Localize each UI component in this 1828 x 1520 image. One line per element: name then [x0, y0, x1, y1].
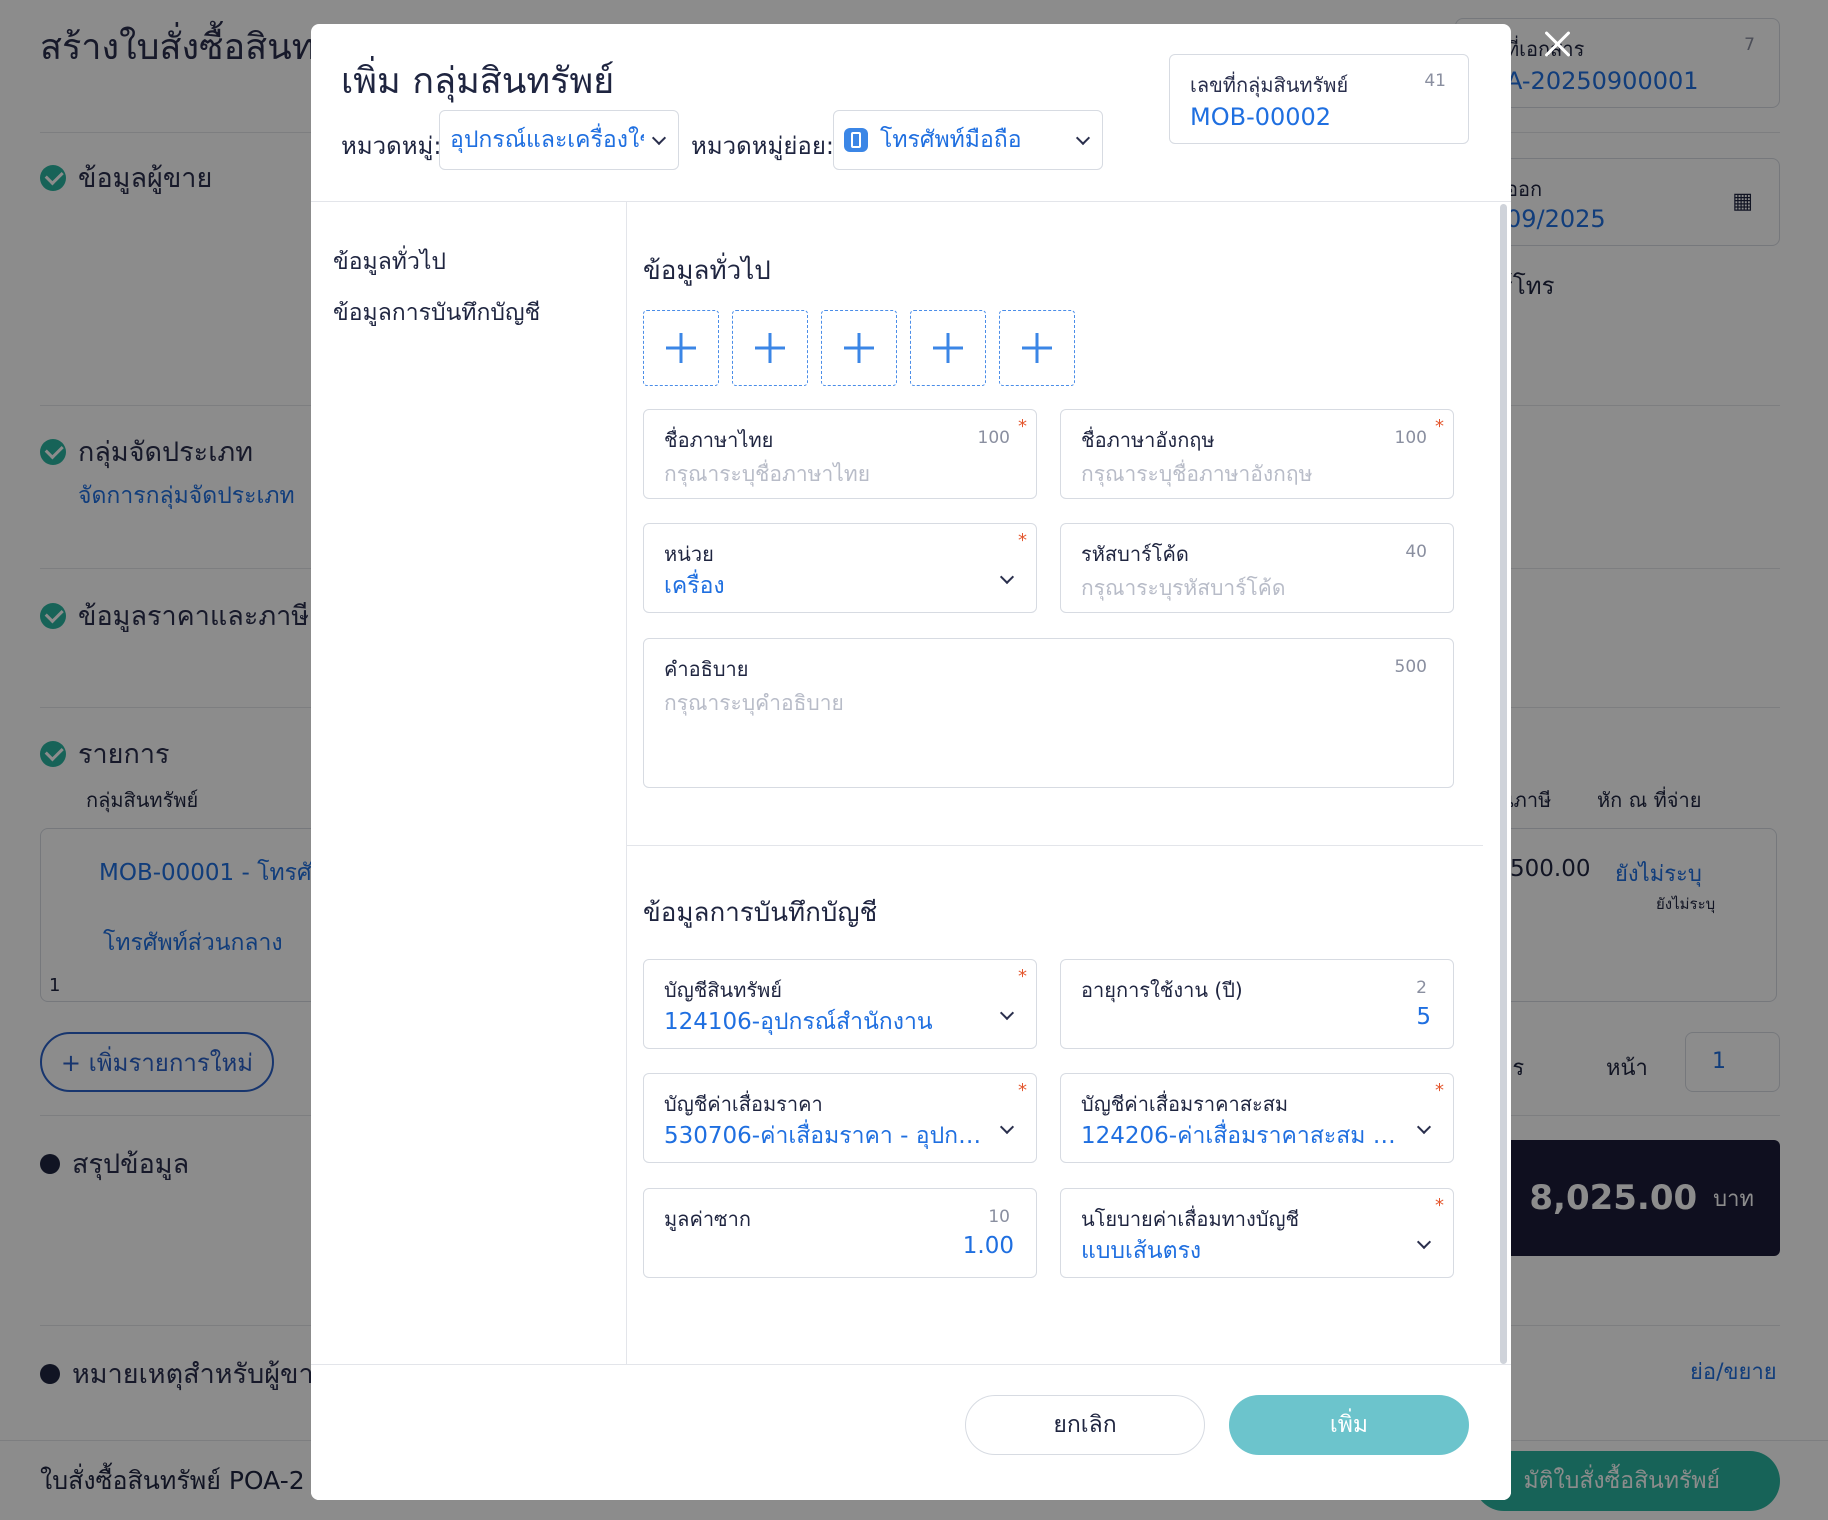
useful-life-label: อายุการใช้งาน (ปี): [1081, 978, 1243, 1002]
english-name-label: ชื่อภาษาอังกฤษ: [1081, 428, 1215, 452]
chevron-down-icon: [999, 1005, 1015, 1021]
add-image-button[interactable]: [643, 310, 719, 386]
general-section-title: ข้อมูลทั่วไป: [643, 256, 771, 286]
depreciation-policy-select[interactable]: นโยบายค่าเสื่อมทางบัญชี * แบบเส้นตรง: [1060, 1188, 1454, 1278]
close-icon[interactable]: [1537, 24, 1577, 64]
modal-side-nav: ข้อมูลทั่วไป ข้อมูลการบันทึกบัญชี: [311, 202, 627, 1364]
barcode-count: 40: [1405, 542, 1427, 562]
add-image-button[interactable]: [999, 310, 1075, 386]
subcategory-label: หมวดหมู่ย่อย:: [691, 132, 834, 160]
chevron-down-icon: [651, 130, 667, 146]
required-marker: *: [1018, 416, 1027, 437]
description-field[interactable]: คำอธิบาย 500 กรุณาระบุคำอธิบาย: [643, 638, 1454, 788]
description-placeholder: กรุณาระบุคำอธิบาย: [664, 691, 844, 715]
modal-footer: ยกเลิก เพิ่ม: [311, 1364, 1511, 1500]
chevron-down-icon: [1416, 1234, 1432, 1250]
add-asset-group-modal: เพิ่ม กลุ่มสินทรัพย์ หมวดหมู่: อุปกรณ์แล…: [311, 24, 1511, 1500]
accumulated-depreciation-label: บัญชีค่าเสื่อมราคาสะสม: [1081, 1092, 1289, 1116]
add-image-button[interactable]: [732, 310, 808, 386]
description-label: คำอธิบาย: [664, 657, 749, 681]
useful-life-value: 5: [1416, 1004, 1431, 1030]
add-image-button[interactable]: [821, 310, 897, 386]
category-select-value: อุปกรณ์และเครื่องใช้: [450, 127, 644, 153]
useful-life-field[interactable]: อายุการใช้งาน (ปี) 2 5: [1060, 959, 1454, 1049]
cancel-button[interactable]: ยกเลิก: [965, 1395, 1205, 1455]
asset-account-label: บัญชีสินทรัพย์: [664, 978, 783, 1002]
barcode-field[interactable]: รหัสบาร์โค้ด 40 กรุณาระบุรหัสบาร์โค้ด: [1060, 523, 1454, 613]
english-name-field[interactable]: ชื่อภาษาอังกฤษ 100 * กรุณาระบุชื่อภาษาอั…: [1060, 409, 1454, 499]
salvage-value-value: 1.00: [962, 1233, 1014, 1259]
add-button[interactable]: เพิ่ม: [1229, 1395, 1469, 1455]
salvage-value-field[interactable]: มูลค่าซาก 10 1.00: [643, 1188, 1037, 1278]
subcategory-select[interactable]: โทรศัพท์มือถือ: [833, 110, 1103, 170]
asset-group-number-label: เลขที่กลุ่มสินทรัพย์: [1190, 73, 1349, 97]
modal-title: เพิ่ม กลุ่มสินทรัพย์: [341, 61, 615, 102]
unit-select[interactable]: หน่วย * เครื่อง: [643, 523, 1037, 613]
required-marker: *: [1435, 416, 1444, 437]
accounting-section-title: ข้อมูลการบันทึกบัญชี: [643, 898, 878, 928]
thai-name-count: 100: [977, 428, 1010, 448]
depreciation-account-label: บัญชีค่าเสื่อมราคา: [664, 1092, 823, 1116]
useful-life-count: 2: [1416, 978, 1427, 998]
category-select[interactable]: อุปกรณ์และเครื่องใช้: [439, 110, 679, 170]
modal-scrollbar[interactable]: [1500, 204, 1507, 1364]
unit-label: หน่วย: [664, 542, 714, 566]
depreciation-account-value: 530706-ค่าเสื่อมราคา - อุปกรณ์สำนักงาน: [664, 1123, 982, 1149]
subcategory-select-value: โทรศัพท์มือถือ: [880, 127, 1022, 153]
barcode-label: รหัสบาร์โค้ด: [1081, 542, 1189, 566]
modal-header: เพิ่ม กลุ่มสินทรัพย์ หมวดหมู่: อุปกรณ์แล…: [311, 24, 1511, 202]
barcode-placeholder: กรุณาระบุรหัสบาร์โค้ด: [1081, 576, 1286, 600]
required-marker: *: [1435, 1195, 1444, 1216]
thai-name-field[interactable]: ชื่อภาษาไทย 100 * กรุณาระบุชื่อภาษาไทย: [643, 409, 1037, 499]
english-name-count: 100: [1394, 428, 1427, 448]
accumulated-depreciation-select[interactable]: บัญชีค่าเสื่อมราคาสะสม * 124206-ค่าเสื่อ…: [1060, 1073, 1454, 1163]
salvage-value-label: มูลค่าซาก: [664, 1207, 751, 1231]
thai-name-label: ชื่อภาษาไทย: [664, 428, 774, 452]
accumulated-depreciation-value: 124206-ค่าเสื่อมราคาสะสม - อุปกรณ์สำนักง…: [1081, 1123, 1399, 1149]
chevron-down-icon: [999, 569, 1015, 585]
required-marker: *: [1018, 1080, 1027, 1101]
unit-value: เครื่อง: [664, 573, 725, 599]
description-count: 500: [1394, 657, 1427, 677]
asset-group-number-count: 41: [1424, 71, 1446, 91]
category-label: หมวดหมู่:: [341, 132, 442, 160]
asset-group-number-field[interactable]: เลขที่กลุ่มสินทรัพย์ 41 MOB-00002: [1169, 54, 1469, 144]
add-image-button[interactable]: [910, 310, 986, 386]
required-marker: *: [1018, 966, 1027, 987]
mobile-phone-icon: [844, 128, 868, 152]
asset-account-value: 124106-อุปกรณ์สำนักงาน: [664, 1009, 933, 1035]
thai-name-placeholder: กรุณาระบุชื่อภาษาไทย: [664, 462, 871, 486]
required-marker: *: [1435, 1080, 1444, 1101]
asset-group-number-value: MOB-00002: [1190, 103, 1332, 131]
modal-content: ข้อมูลทั่วไป ชื่อภาษาไทย 100 * กรุณาระบุ…: [627, 202, 1511, 1364]
depreciation-account-select[interactable]: บัญชีค่าเสื่อมราคา * 530706-ค่าเสื่อมราค…: [643, 1073, 1037, 1163]
section-divider: [627, 845, 1483, 846]
nav-accounting-info[interactable]: ข้อมูลการบันทึกบัญชี: [333, 295, 540, 331]
depreciation-policy-label: นโยบายค่าเสื่อมทางบัญชี: [1081, 1207, 1300, 1231]
asset-account-select[interactable]: บัญชีสินทรัพย์ * 124106-อุปกรณ์สำนักงาน: [643, 959, 1037, 1049]
depreciation-policy-value: แบบเส้นตรง: [1081, 1238, 1202, 1264]
chevron-down-icon: [1075, 130, 1091, 146]
required-marker: *: [1018, 530, 1027, 551]
chevron-down-icon: [999, 1119, 1015, 1135]
salvage-value-count: 10: [988, 1207, 1010, 1227]
chevron-down-icon: [1416, 1119, 1432, 1135]
nav-general-info[interactable]: ข้อมูลทั่วไป: [333, 244, 446, 280]
english-name-placeholder: กรุณาระบุชื่อภาษาอังกฤษ: [1081, 462, 1313, 486]
